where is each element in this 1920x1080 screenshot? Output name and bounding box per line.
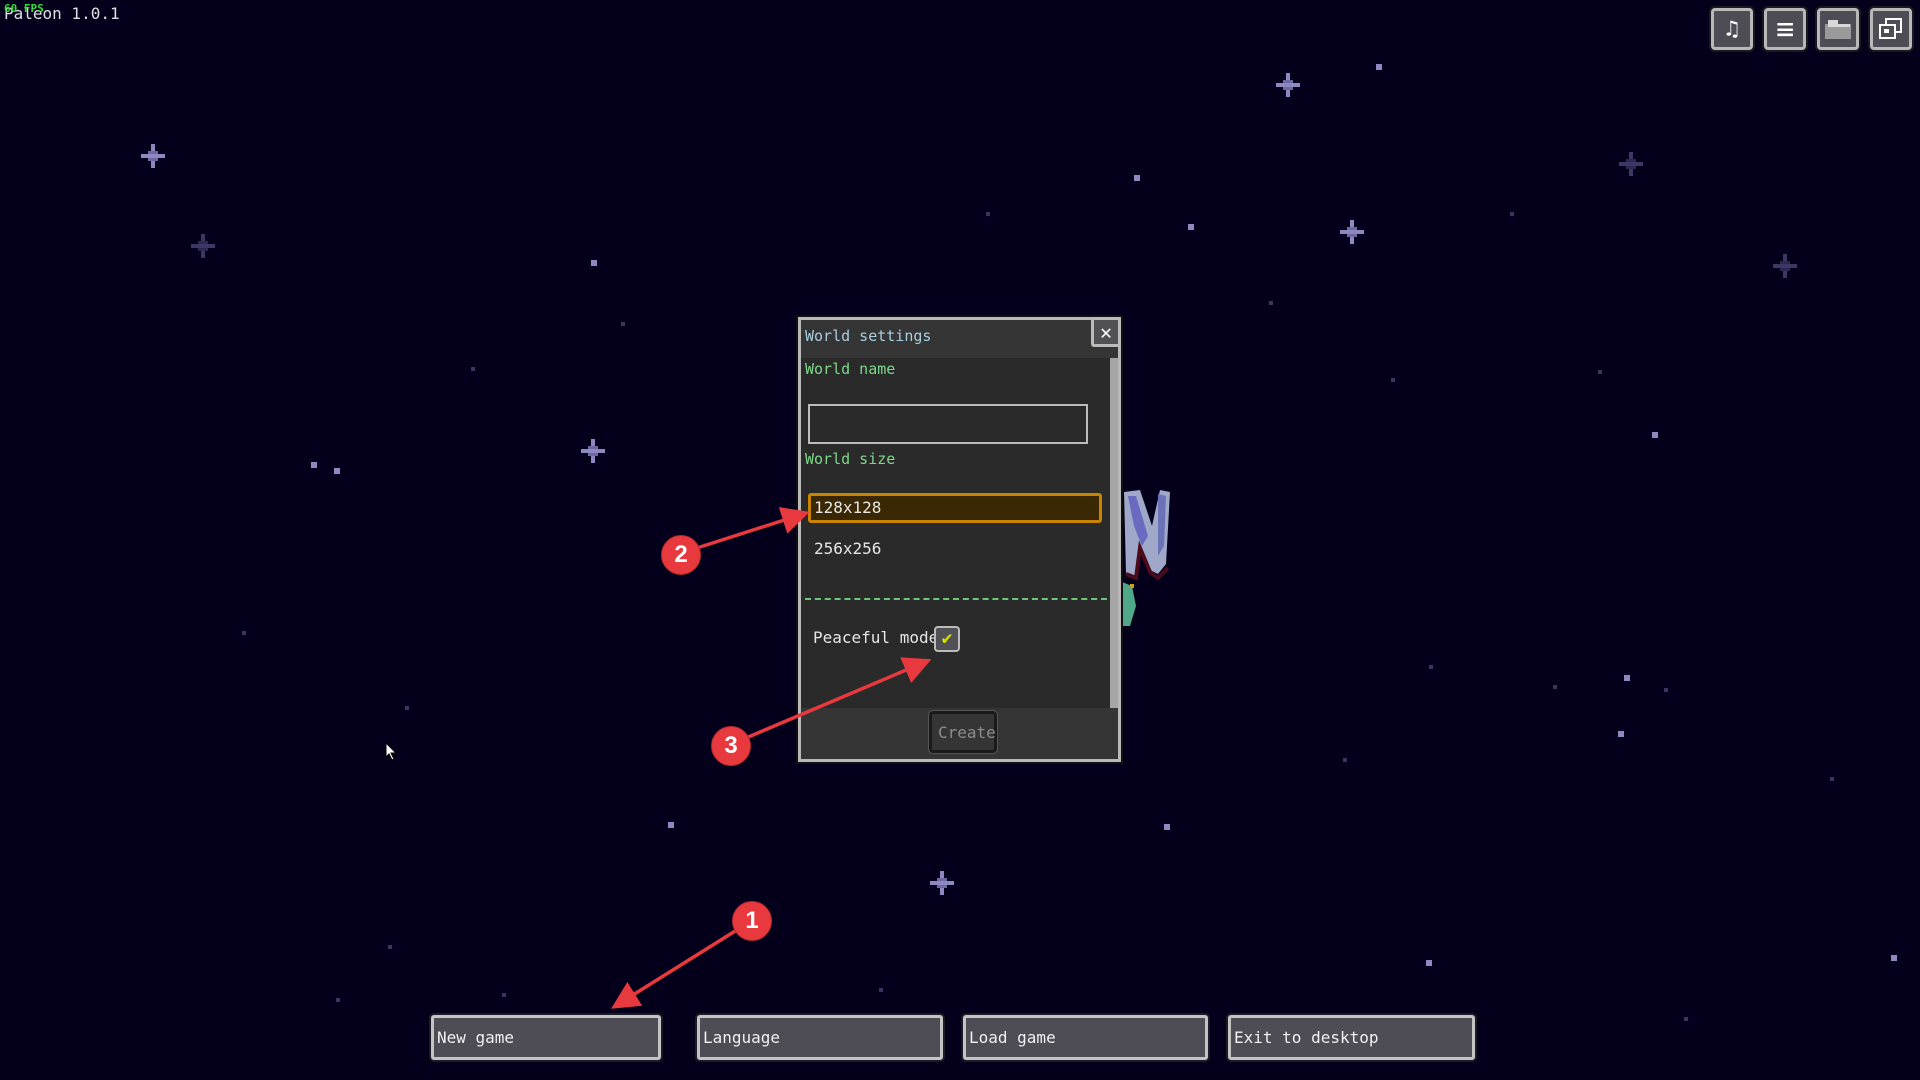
folder-button[interactable] (1817, 8, 1859, 50)
star (1376, 64, 1382, 70)
star (388, 945, 392, 949)
peaceful-mode-checkbox[interactable]: ✔ (934, 626, 960, 652)
dialog-footer: Create (801, 708, 1118, 759)
star (1616, 149, 1646, 179)
star (879, 988, 883, 992)
peaceful-mode-label: Peaceful mode (813, 628, 939, 647)
star (668, 822, 674, 828)
music-note-icon: ♫ (1725, 16, 1739, 42)
folder-icon (1825, 20, 1851, 39)
world-name-label: World name (805, 360, 896, 378)
star (138, 141, 168, 171)
music-button[interactable]: ♫ (1711, 8, 1753, 50)
star (621, 322, 625, 326)
star (336, 998, 340, 1002)
window-mode-button[interactable] (1870, 8, 1912, 50)
star (591, 260, 597, 266)
annotation-arrow-2 (696, 507, 810, 550)
annotation-marker-3: 3 (711, 726, 751, 766)
annotation-arrow-1 (611, 926, 741, 1009)
size-option-128[interactable]: 128x128 (808, 493, 1102, 523)
star (1624, 675, 1630, 681)
star (405, 706, 409, 710)
annotation-marker-2: 2 (661, 535, 701, 575)
star (1830, 777, 1834, 781)
world-size-label: World size (805, 450, 896, 468)
star (188, 231, 218, 261)
checkmark-icon: ✔ (941, 628, 953, 649)
world-settings-dialog: World settings ✕ World name World size 1… (798, 317, 1121, 762)
section-divider (805, 598, 1107, 600)
star (1891, 955, 1897, 961)
star (1664, 688, 1668, 692)
star (1426, 960, 1432, 966)
star (1164, 824, 1170, 830)
star (1429, 665, 1433, 669)
star (1343, 758, 1347, 762)
star (1598, 370, 1602, 374)
star (334, 468, 340, 474)
star (1618, 731, 1624, 737)
star (242, 631, 246, 635)
star (578, 436, 608, 466)
close-icon: ✕ (1099, 320, 1113, 344)
star (471, 367, 475, 371)
star (1553, 685, 1557, 689)
star (502, 993, 506, 997)
window-restore-icon (1879, 18, 1902, 39)
list-icon: ≡ (1775, 11, 1795, 47)
new-game-button[interactable]: New game (431, 1015, 661, 1060)
star (1337, 217, 1367, 247)
star (1391, 378, 1395, 382)
star (986, 212, 990, 216)
star (1684, 1017, 1688, 1021)
star (1188, 224, 1194, 230)
dialog-title: World settings (805, 327, 932, 345)
menu-button[interactable]: ≡ (1764, 8, 1806, 50)
load-game-button[interactable]: Load game (963, 1015, 1208, 1060)
star (1273, 70, 1303, 100)
star (1134, 175, 1140, 181)
exit-to-desktop-button[interactable]: Exit to desktop (1228, 1015, 1475, 1060)
dialog-titlebar[interactable]: World settings (801, 320, 1118, 358)
star (1652, 432, 1658, 438)
star (1770, 251, 1800, 281)
star (311, 462, 317, 468)
world-name-input[interactable] (808, 404, 1088, 444)
dialog-scrollbar[interactable] (1110, 358, 1118, 711)
create-button[interactable]: Create (928, 710, 998, 754)
language-button[interactable]: Language (697, 1015, 943, 1060)
annotation-marker-1: 1 (732, 901, 772, 941)
creature-sprite (1122, 490, 1170, 626)
star (1269, 301, 1273, 305)
mouse-cursor (385, 742, 398, 761)
size-option-256[interactable]: 256x256 (808, 536, 1102, 566)
fps-counter: 60 FPS (4, 2, 44, 15)
close-button[interactable]: ✕ (1091, 317, 1121, 347)
star (1510, 212, 1514, 216)
star (927, 868, 957, 898)
